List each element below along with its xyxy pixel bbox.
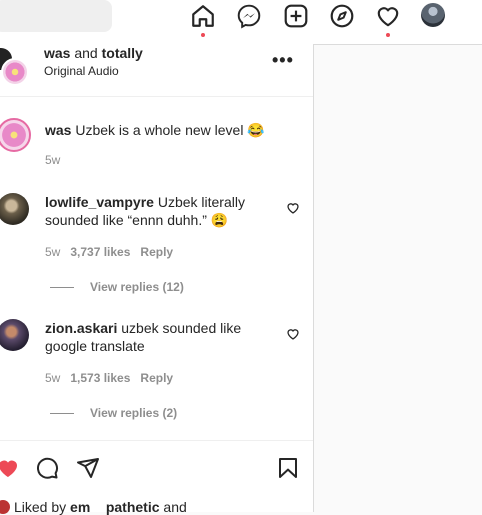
reply-button[interactable]: Reply <box>140 371 173 385</box>
top-navigation-bar <box>0 0 482 45</box>
explore-icon[interactable] <box>329 3 355 29</box>
comment-icon[interactable] <box>35 456 59 480</box>
comment-meta: 5w 3,737 likes Reply <box>45 245 183 259</box>
comment-time: 5w <box>45 245 61 259</box>
comment-text: zion.askari uzbek sounded like google tr… <box>45 319 273 355</box>
liked-by-username[interactable]: pathetic <box>106 499 160 515</box>
home-active-dot <box>201 33 205 37</box>
messenger-icon[interactable] <box>236 3 262 29</box>
comment-meta: 5w <box>45 153 70 167</box>
comment-username[interactable]: lowlife_vampyre <box>45 194 154 210</box>
divider-line <box>50 287 74 289</box>
activity-dot <box>386 33 390 37</box>
author-joiner: and <box>70 45 102 61</box>
comment-text: lowlife_vampyre Uzbek literally sounded … <box>45 193 273 229</box>
avatar[interactable] <box>0 319 29 351</box>
view-replies-button[interactable]: View replies (12) <box>50 280 184 294</box>
new-post-icon[interactable] <box>283 3 309 29</box>
reply-button[interactable]: Reply <box>140 245 173 259</box>
liked-heart-icon[interactable] <box>0 456 20 480</box>
comment-time: 5w <box>45 153 61 167</box>
home-icon[interactable] <box>190 3 216 29</box>
more-options-button[interactable]: ••• <box>272 50 294 71</box>
comment-username[interactable]: zion.askari <box>45 320 117 336</box>
liked-by-username[interactable]: em <box>70 499 90 515</box>
divider-line <box>50 413 74 415</box>
comment-text: was Uzbek is a whole new level 😂 <box>45 121 273 139</box>
comment-meta: 5w 1,573 likes Reply <box>45 371 183 385</box>
comment-body: Uzbek is a whole new level 😂 <box>71 122 265 138</box>
comment-likes[interactable]: 3,737 likes <box>70 245 130 259</box>
audio-label[interactable]: Original Audio <box>44 64 119 78</box>
author-username[interactable]: was <box>44 45 70 61</box>
like-heart-icon[interactable] <box>286 201 300 215</box>
profile-avatar[interactable] <box>421 3 445 27</box>
post-authors: was and totally <box>44 45 143 61</box>
like-heart-icon[interactable] <box>286 327 300 341</box>
liked-by-line: Liked by em pathetic and <box>0 499 187 515</box>
search-box[interactable] <box>0 0 112 32</box>
avatar[interactable] <box>0 193 29 225</box>
post-comments-panel: was and totally Original Audio ••• was U… <box>0 44 314 515</box>
liked-by-prefix: Liked by <box>14 499 71 515</box>
save-bookmark-icon[interactable] <box>276 456 300 480</box>
author-avatars[interactable] <box>0 48 32 88</box>
post-header: was and totally Original Audio ••• <box>0 44 313 97</box>
activity-heart-icon[interactable] <box>375 3 401 29</box>
comment-username[interactable]: was <box>45 122 71 138</box>
comment-time: 5w <box>45 371 61 385</box>
comment-likes[interactable]: 1,573 likes <box>70 371 130 385</box>
share-icon[interactable] <box>76 456 100 480</box>
view-replies-label: View replies (2) <box>90 406 178 420</box>
actions-divider <box>0 440 313 442</box>
avatar <box>1 58 29 86</box>
avatar[interactable] <box>0 118 31 152</box>
view-replies-button[interactable]: View replies (2) <box>50 406 177 420</box>
author-username[interactable]: totally <box>102 45 143 61</box>
liked-by-suffix: and <box>159 499 187 515</box>
view-replies-label: View replies (12) <box>90 280 184 294</box>
